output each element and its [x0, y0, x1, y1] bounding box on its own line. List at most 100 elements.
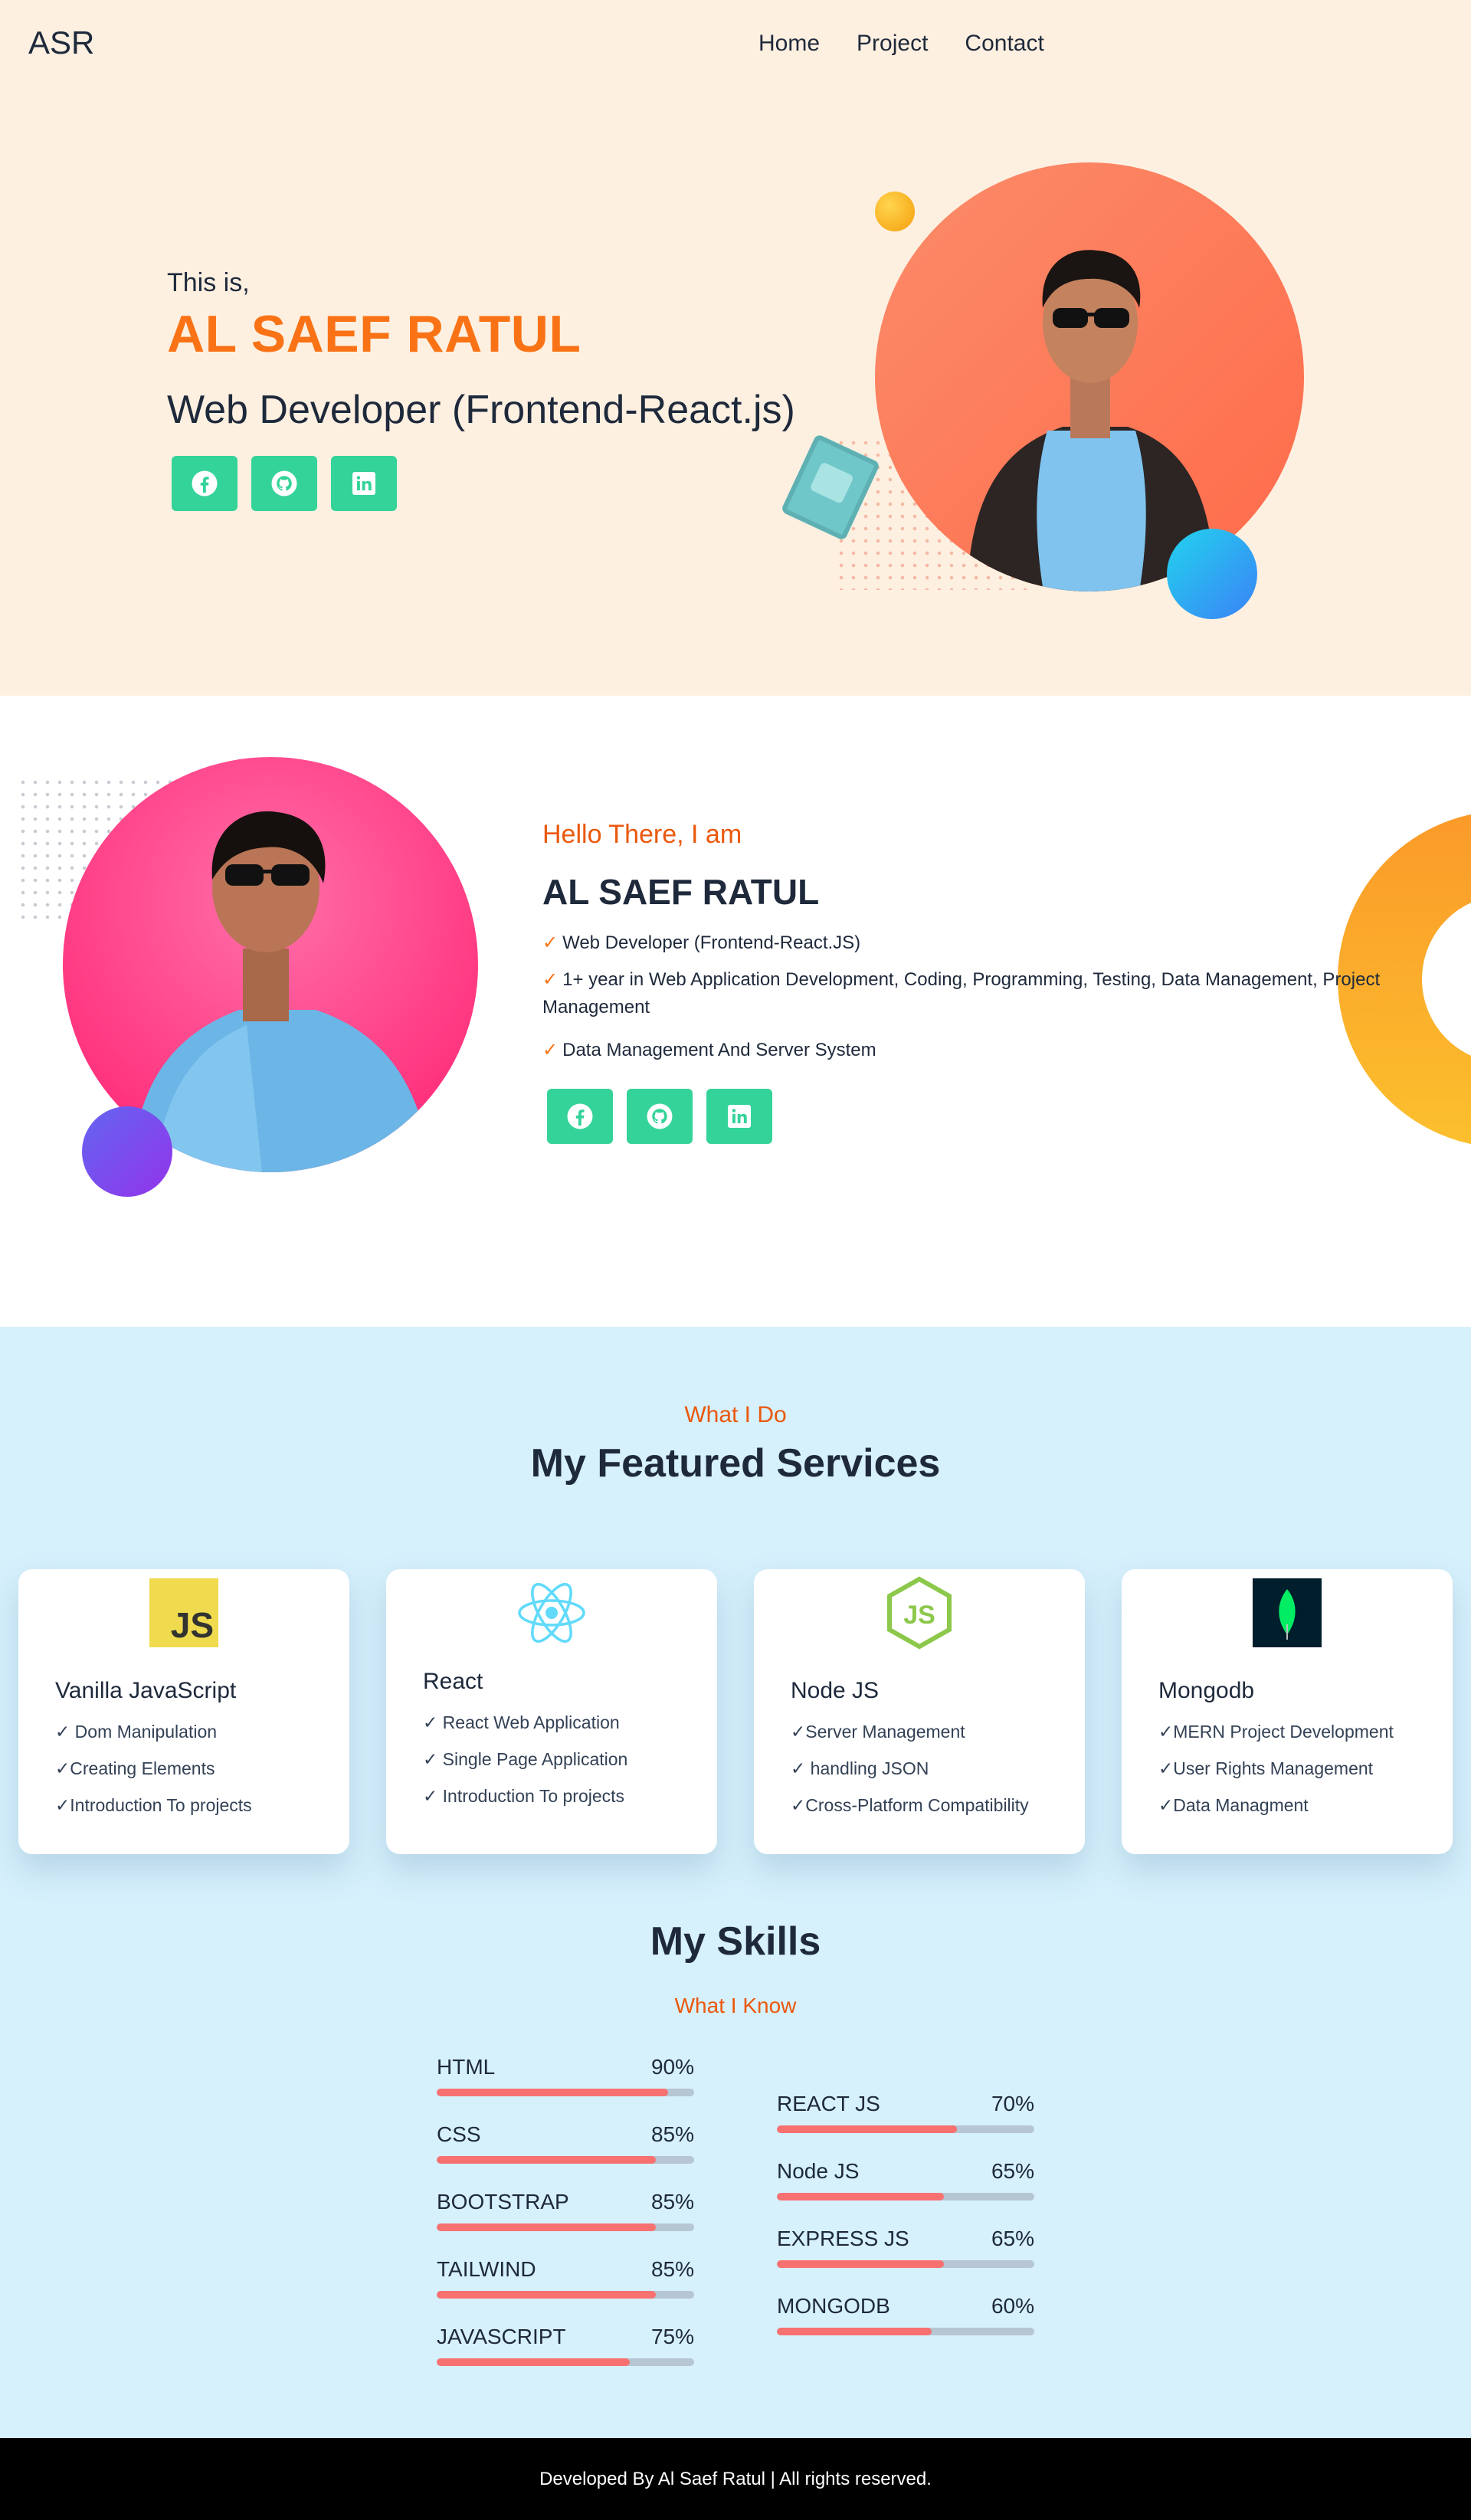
skills-title: My Skills [650, 1919, 821, 1964]
service-card-list: ✓ React Web Application ✓ Single Page Ap… [423, 1704, 680, 1814]
skill-percent: 75% [650, 2325, 694, 2348]
service-card-list: ✓Server Management ✓ handling JSON ✓Cros… [791, 1713, 1048, 1824]
skill-progress-bar [777, 2193, 1034, 2200]
hero-photo-circle [875, 162, 1304, 591]
footer-text: Developed By Al Saef Ratul | All rights … [539, 2468, 932, 2489]
hero-name: AL SAEF RATUL [167, 305, 582, 363]
hero-github-button[interactable] [251, 456, 317, 511]
service-item: ✓ Introduction To projects [423, 1786, 625, 1806]
hero-section: ASR Home Project Contact This is, AL SAE… [0, 0, 1471, 696]
hero-intro-text: This is, [167, 268, 250, 297]
skill-progress-fill [437, 2156, 656, 2164]
skill-head: Node JS 65% [777, 2159, 1034, 2184]
check-icon: ✓ [542, 969, 559, 990]
skill-item: JAVASCRIPT 75% [437, 2325, 694, 2366]
about-social-links [547, 1089, 1416, 1144]
service-item: ✓Server Management [791, 1722, 965, 1742]
service-card-list: ✓ Dom Manipulation ✓Creating Elements ✓I… [55, 1713, 313, 1824]
skill-head: CSS 85% [437, 2122, 694, 2147]
skill-item: TAILWIND 85% [437, 2257, 694, 2299]
about-point: ✓ Data Management And Server System [542, 1040, 876, 1060]
skill-item: Node JS 65% [777, 2159, 1034, 2200]
check-icon: ✓ [542, 1040, 559, 1060]
service-item: ✓ React Web Application [423, 1712, 620, 1732]
service-item: ✓MERN Project Development [1158, 1722, 1394, 1742]
skill-percent: 60% [991, 2294, 1034, 2318]
skill-head: MONGODB 60% [777, 2294, 1034, 2318]
site-logo[interactable]: ASR [28, 25, 94, 61]
skills-subtitle: What I Know [674, 1994, 797, 2017]
skill-name: CSS [437, 2122, 481, 2146]
skill-item: MONGODB 60% [777, 2294, 1034, 2335]
skill-progress-fill [777, 2328, 932, 2335]
services-section: What I Do My Featured Services JS Vanill… [0, 1327, 1471, 2438]
skill-item: CSS 85% [437, 2122, 694, 2164]
linkedin-icon [728, 1105, 751, 1128]
skill-progress-fill [437, 2358, 630, 2366]
purple-dot-decoration [82, 1106, 172, 1197]
about-greeting: Hello There, I am [542, 820, 742, 849]
skill-head: JAVASCRIPT 75% [437, 2325, 694, 2349]
top-navbar: ASR Home Project Contact [0, 0, 1471, 92]
person-photo-icon [967, 250, 1216, 591]
svg-text:JS: JS [903, 1601, 935, 1630]
nav-contact-link[interactable]: Contact [965, 31, 1043, 57]
about-point: ✓ Web Developer (Frontend-React.JS) [542, 932, 861, 953]
skills-left-column: HTML 90% CSS 85% BOOTSTRAP 85% TAILWIND 85% JAVA… [437, 2055, 694, 2392]
skill-head: BOOTSTRAP 85% [437, 2190, 694, 2214]
about-facebook-button[interactable] [547, 1089, 613, 1144]
service-item: ✓User Rights Management [1158, 1758, 1374, 1778]
skill-name: Node JS [777, 2159, 860, 2183]
about-content: Hello There, I am AL SAEF RATUL ✓ Web Dev… [542, 820, 1416, 1144]
skill-head: HTML 90% [437, 2055, 694, 2079]
hero-profile-photo [875, 162, 1304, 591]
service-item: ✓Introduction To projects [55, 1795, 252, 1815]
nav-project-link[interactable]: Project [857, 31, 928, 57]
skill-percent: 70% [991, 2092, 1034, 2115]
skill-name: HTML [437, 2055, 496, 2079]
service-item: ✓Creating Elements [55, 1758, 215, 1778]
skill-percent: 85% [650, 2122, 694, 2146]
skills-right-column: REACT JS 70% Node JS 65% EXPRESS JS 65% MONGOD… [777, 2092, 1034, 2361]
about-section: Hello There, I am AL SAEF RATUL ✓ Web Dev… [0, 696, 1471, 1327]
skill-item: REACT JS 70% [777, 2092, 1034, 2133]
skill-name: TAILWIND [437, 2257, 536, 2281]
services-title: My Featured Services [530, 1441, 941, 1486]
hero-role: Web Developer (Frontend-React.js) [167, 388, 795, 432]
skill-percent: 90% [650, 2055, 694, 2079]
service-item: ✓ handling JSON [791, 1758, 929, 1778]
skill-item: HTML 90% [437, 2055, 694, 2096]
github-icon [271, 470, 297, 496]
about-points-list: ✓ Web Developer (Frontend-React.JS) ✓ 1+ y… [542, 929, 1416, 1064]
react-icon [517, 1578, 586, 1647]
site-footer: Developed By Al Saef Ratul | All rights … [0, 2438, 1471, 2520]
skill-progress-fill [777, 2260, 945, 2268]
skill-item: BOOTSTRAP 85% [437, 2190, 694, 2231]
skill-progress-fill [777, 2193, 945, 2200]
service-cards: JS Vanilla JavaScript ✓ Dom Manipulation… [18, 1569, 1453, 1854]
check-icon: ✓ [542, 932, 559, 953]
service-item: ✓ Single Page Application [423, 1749, 628, 1769]
skill-progress-bar [777, 2328, 1034, 2335]
skill-item: EXPRESS JS 65% [777, 2227, 1034, 2268]
hero-linkedin-button[interactable] [331, 456, 397, 511]
skill-progress-fill [777, 2125, 958, 2133]
about-point: ✓ 1+ year in Web Application Development,… [542, 969, 1381, 1018]
hero-facebook-button[interactable] [172, 456, 238, 511]
javascript-icon: JS [149, 1578, 218, 1647]
service-card-title: Vanilla JavaScript [55, 1678, 237, 1703]
skill-progress-bar [437, 2291, 694, 2299]
skill-name: EXPRESS JS [777, 2227, 909, 2250]
skill-name: BOOTSTRAP [437, 2190, 569, 2214]
about-name: AL SAEF RATUL [542, 872, 820, 912]
skill-head: REACT JS 70% [777, 2092, 1034, 2116]
skill-progress-bar [777, 2260, 1034, 2268]
hero-intro-block: This is, AL SAEF RATUL Web Developer (Fr… [167, 268, 795, 511]
about-linkedin-button[interactable] [706, 1089, 772, 1144]
skill-progress-bar [437, 2223, 694, 2231]
main-nav: Home Project Contact [758, 31, 1044, 57]
nav-home-link[interactable]: Home [758, 31, 820, 57]
skill-progress-fill [437, 2291, 656, 2299]
about-github-button[interactable] [627, 1089, 693, 1144]
skill-progress-bar [437, 2089, 694, 2096]
